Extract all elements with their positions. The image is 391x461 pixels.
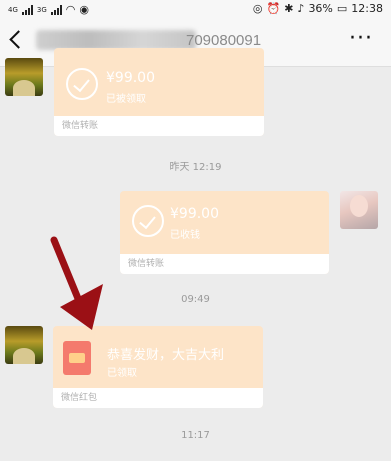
annotation-arrow [50, 236, 103, 330]
